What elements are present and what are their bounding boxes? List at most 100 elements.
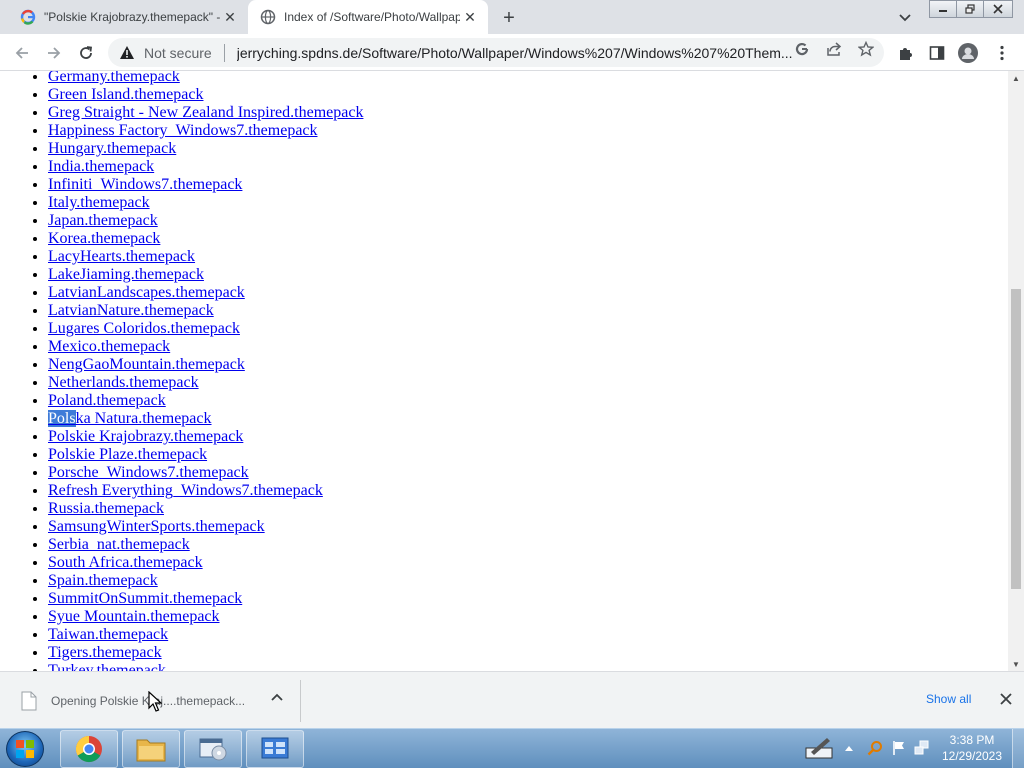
close-icon[interactable]	[998, 691, 1014, 707]
security-status[interactable]: Not secure	[144, 45, 212, 61]
file-link[interactable]: SamsungWinterSports.themepack	[48, 518, 265, 535]
file-link[interactable]: Serbia_nat.themepack	[48, 536, 190, 553]
file-link[interactable]: Porsche_Windows7.themepack	[48, 464, 249, 481]
taskbar-chrome[interactable]	[60, 730, 118, 768]
action-center-flag-icon[interactable]	[890, 739, 908, 757]
network-icon[interactable]	[913, 739, 931, 757]
file-link[interactable]: Refresh Everything_Windows7.themepack	[48, 482, 323, 499]
file-link[interactable]: Korea.themepack	[48, 230, 160, 247]
chevron-up-icon[interactable]	[270, 690, 284, 704]
system-clock[interactable]: 3:38 PM 12/29/2023	[937, 732, 1007, 764]
file-link[interactable]: Polska Natura.themepack	[48, 410, 212, 427]
file-link[interactable]: Poland.themepack	[48, 392, 166, 409]
list-item: Russia.themepack	[48, 500, 363, 518]
file-link[interactable]: Germany.themepack	[48, 71, 180, 85]
window-close-button[interactable]	[983, 0, 1013, 18]
forward-arrow-icon[interactable]	[42, 41, 66, 65]
file-link[interactable]: South Africa.themepack	[48, 554, 203, 571]
chevron-down-icon[interactable]	[895, 8, 915, 28]
list-item: Serbia_nat.themepack	[48, 536, 363, 554]
file-link[interactable]: Turkey.themepack	[48, 662, 166, 671]
file-link[interactable]: Green Island.themepack	[48, 86, 203, 103]
scrollbar-thumb[interactable]	[1011, 289, 1021, 589]
vertical-scrollbar[interactable]: ▲ ▼	[1008, 71, 1024, 671]
file-link[interactable]: Lugares Coloridos.themepack	[48, 320, 240, 337]
list-item: SummitOnSummit.themepack	[48, 590, 363, 608]
file-link[interactable]: Polskie Krajobrazy.themepack	[48, 428, 243, 445]
file-link[interactable]: LacyHearts.themepack	[48, 248, 195, 265]
control-panel-icon	[261, 737, 289, 759]
restore-button[interactable]	[956, 0, 984, 18]
tab-directory-index[interactable]: Index of /Software/Photo/Wallpaper/Windo…	[248, 0, 488, 34]
share-icon[interactable]	[825, 40, 843, 58]
file-link[interactable]: Japan.themepack	[48, 212, 158, 229]
list-item: Hungary.themepack	[48, 140, 363, 158]
file-link[interactable]: India.themepack	[48, 158, 154, 175]
google-lens-icon[interactable]	[793, 40, 811, 58]
file-link[interactable]: Taiwan.themepack	[48, 626, 168, 643]
file-link[interactable]: Greg Straight - New Zealand Inspired.the…	[48, 104, 363, 121]
taskbar-file-explorer[interactable]	[122, 730, 180, 768]
close-icon[interactable]: ✕	[460, 7, 480, 27]
tab-google-search[interactable]: "Polskie Krajobrazy.themepack" - Google …	[8, 0, 248, 34]
side-panel-icon[interactable]	[927, 43, 947, 63]
divider	[223, 43, 225, 62]
close-icon[interactable]: ✕	[220, 7, 240, 27]
file-link[interactable]: Netherlands.themepack	[48, 374, 199, 391]
profile-avatar-icon[interactable]	[958, 43, 978, 63]
file-link[interactable]: Russia.themepack	[48, 500, 164, 517]
bookmark-star-icon[interactable]	[857, 40, 875, 58]
list-item: Infiniti_Windows7.themepack	[48, 176, 363, 194]
pen-input-icon[interactable]	[804, 735, 834, 761]
scroll-down-arrow-icon[interactable]: ▼	[1008, 657, 1024, 671]
list-item: Porsche_Windows7.themepack	[48, 464, 363, 482]
address-bar[interactable]: Not secure jerryching.spdns.de/Software/…	[108, 38, 884, 67]
warning-icon[interactable]	[118, 44, 136, 62]
divider	[300, 680, 301, 722]
list-item: Polska Natura.themepack	[48, 410, 363, 428]
minimize-button[interactable]	[929, 0, 957, 18]
list-item: LacyHearts.themepack	[48, 248, 363, 266]
file-link[interactable]: Tigers.themepack	[48, 644, 162, 661]
file-link[interactable]: Polskie Plaze.themepack	[48, 446, 207, 463]
search-tray-icon[interactable]	[866, 739, 884, 757]
mouse-cursor-icon	[148, 691, 162, 712]
file-link[interactable]: Italy.themepack	[48, 194, 150, 211]
file-icon	[21, 691, 37, 711]
folder-icon	[136, 739, 166, 762]
list-item: Spain.themepack	[48, 572, 363, 590]
back-arrow-icon[interactable]	[10, 41, 34, 65]
taskbar-media-app[interactable]	[184, 730, 242, 768]
taskbar-control-panel[interactable]	[246, 730, 304, 768]
list-item: Tigers.themepack	[48, 644, 363, 662]
file-link[interactable]: Syue Mountain.themepack	[48, 608, 220, 625]
file-link[interactable]: SummitOnSummit.themepack	[48, 590, 242, 607]
scroll-up-arrow-icon[interactable]: ▲	[1008, 71, 1024, 85]
link-text: ka Natura.themepack	[75, 410, 212, 427]
show-hidden-icons-chevron-icon[interactable]	[843, 739, 855, 757]
list-item: LatvianLandscapes.themepack	[48, 284, 363, 302]
file-link[interactable]: LatvianLandscapes.themepack	[48, 284, 245, 301]
clock-time: 3:38 PM	[949, 733, 995, 747]
list-item: Polskie Plaze.themepack	[48, 446, 363, 464]
start-button[interactable]	[6, 731, 44, 767]
file-link[interactable]: Hungary.themepack	[48, 140, 176, 157]
show-desktop-button[interactable]	[1012, 729, 1024, 769]
file-link[interactable]: LakeJiaming.themepack	[48, 266, 204, 283]
url-text[interactable]: jerryching.spdns.de/Software/Photo/Wallp…	[237, 45, 792, 61]
file-link[interactable]: Mexico.themepack	[48, 338, 170, 355]
show-all-link[interactable]: Show all	[926, 692, 971, 706]
file-link[interactable]: Spain.themepack	[48, 572, 158, 589]
file-link[interactable]: Infiniti_Windows7.themepack	[48, 176, 242, 193]
list-item: Taiwan.themepack	[48, 626, 363, 644]
reload-icon[interactable]	[74, 41, 98, 65]
file-link[interactable]: LatvianNature.themepack	[48, 302, 214, 319]
file-link[interactable]: NengGaoMountain.themepack	[48, 356, 245, 373]
extensions-puzzle-icon[interactable]	[896, 43, 916, 63]
tab-title: "Polskie Krajobrazy.themepack" - Google …	[44, 10, 220, 24]
file-link[interactable]: Happiness Factory_Windows7.themepack	[48, 122, 318, 139]
list-item: Refresh Everything_Windows7.themepack	[48, 482, 363, 500]
new-tab-button[interactable]: +	[498, 7, 520, 29]
list-item: Lugares Coloridos.themepack	[48, 320, 363, 338]
more-menu-icon[interactable]	[992, 43, 1012, 63]
